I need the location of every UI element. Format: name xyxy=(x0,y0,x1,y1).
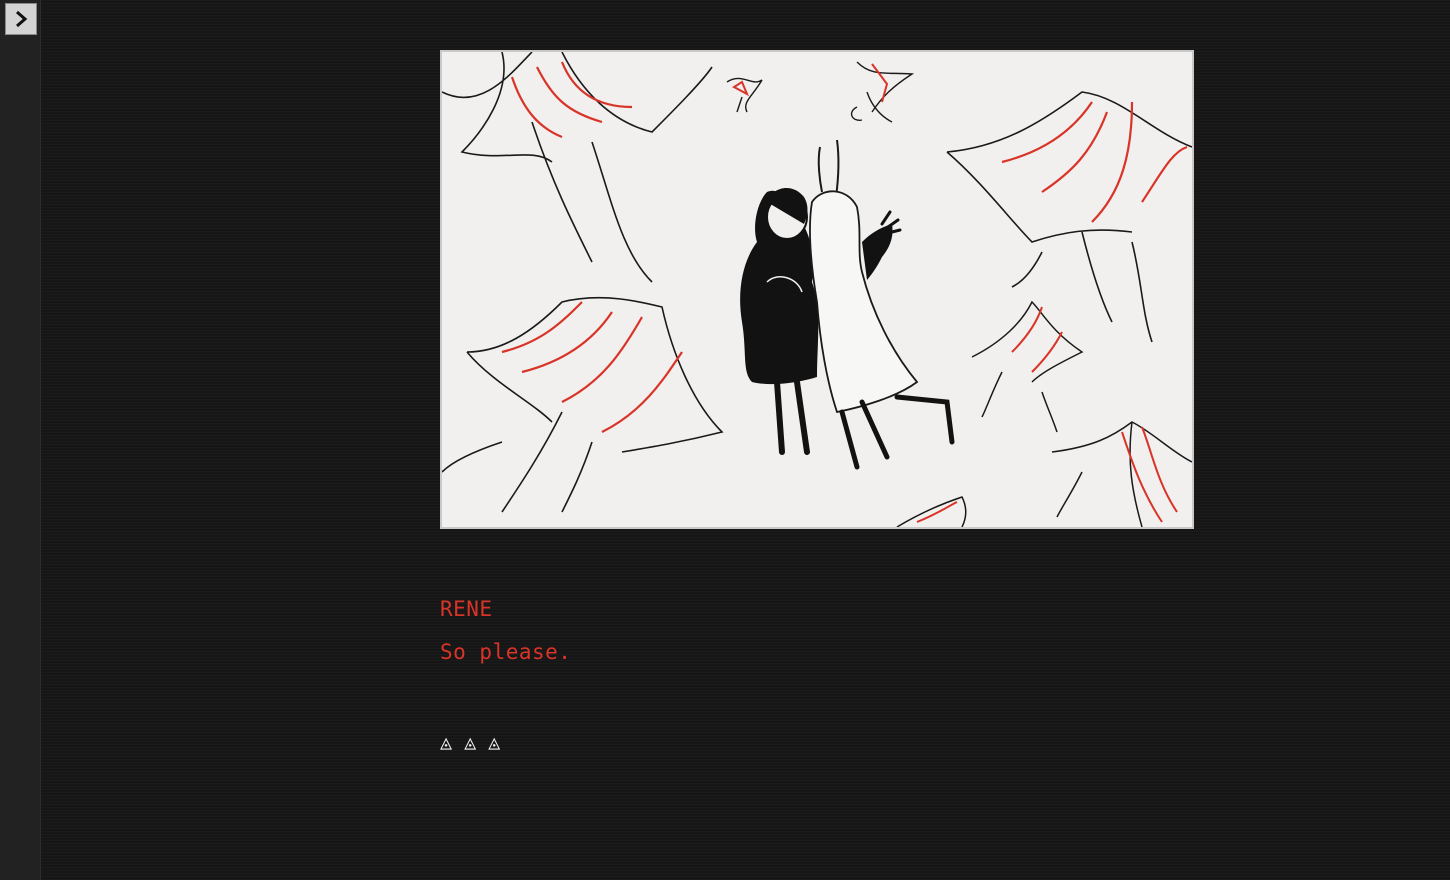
dialogue-speaker: RENE xyxy=(440,597,493,621)
sidebar-toggle-button[interactable] xyxy=(5,3,37,35)
continue-button[interactable]: ◬ ◬ ◬ xyxy=(440,730,500,754)
dialogue-text: So please. xyxy=(440,640,572,664)
sidebar xyxy=(0,0,41,880)
chevron-right-icon xyxy=(13,10,29,28)
scene-illustration xyxy=(440,50,1194,529)
